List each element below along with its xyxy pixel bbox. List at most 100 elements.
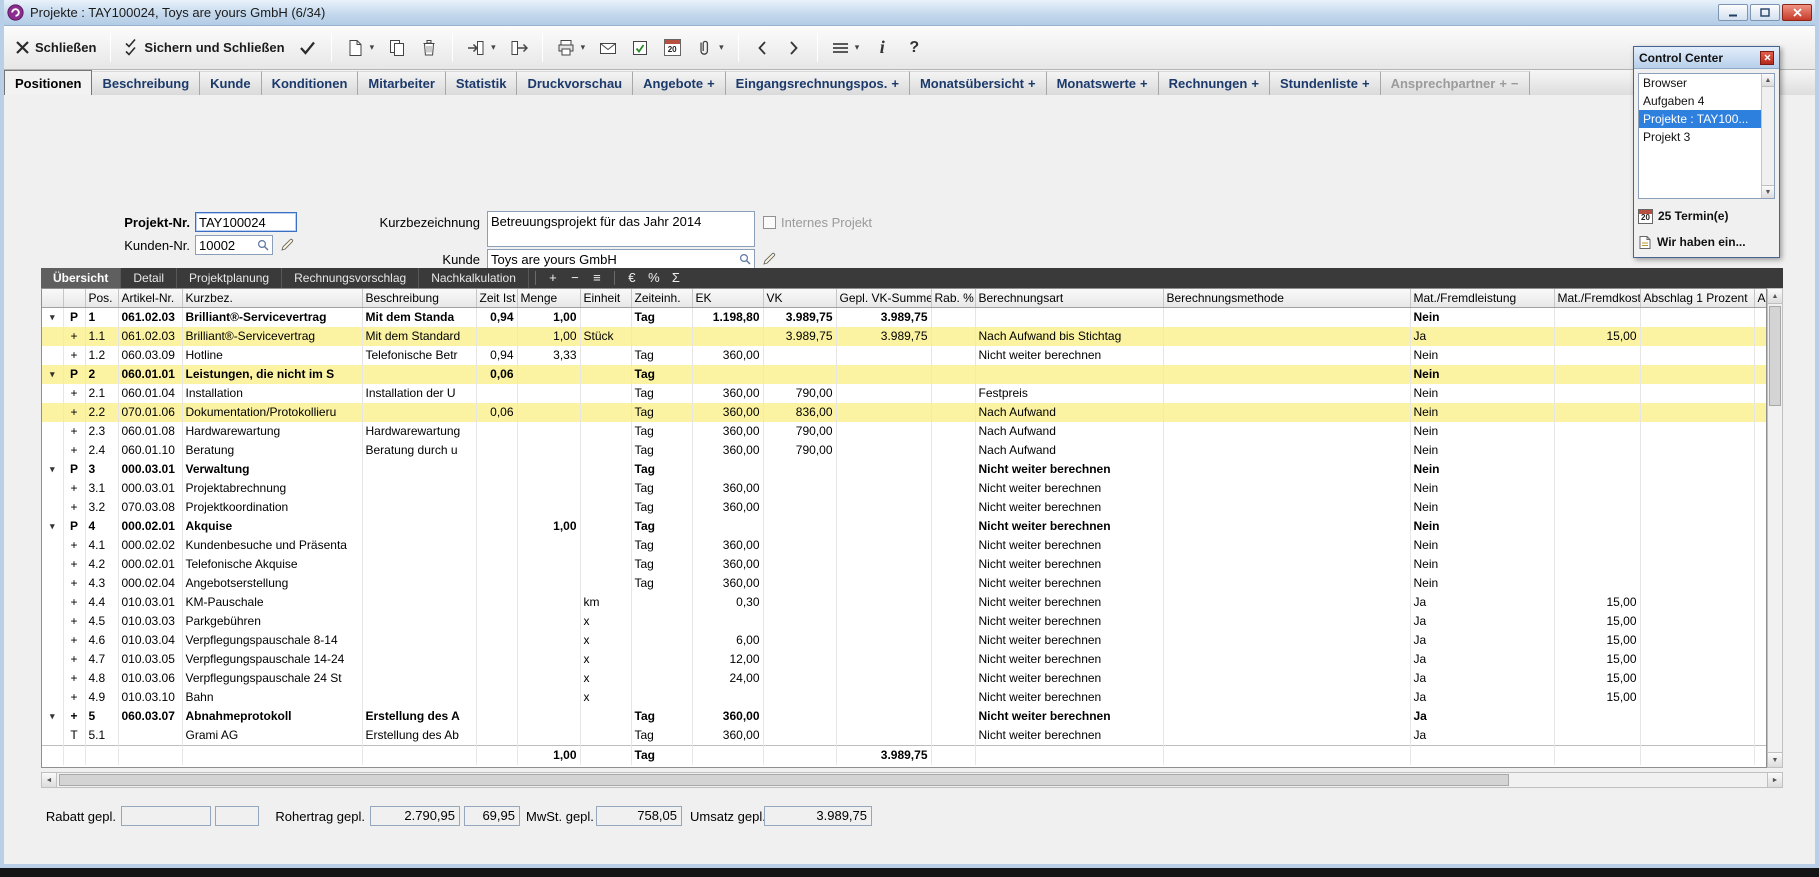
column-header-zeiteinh[interactable]: Zeiteinh. — [631, 289, 692, 307]
scroll-up-icon[interactable]: ▲ — [1768, 289, 1782, 304]
subtab-projektplanung[interactable]: Projektplanung — [177, 268, 282, 288]
vertical-scrollbar[interactable]: ▲ ▼ — [1767, 288, 1783, 768]
add-position-icon[interactable]: + — [542, 268, 564, 288]
confirm-button[interactable] — [294, 32, 322, 64]
column-header-vk[interactable]: VK — [763, 289, 836, 307]
grid-row-4.6[interactable]: +4.6010.03.04Verpflegungspauschale 8-14x… — [42, 631, 1767, 650]
control-center-item-projekt-3[interactable]: Projekt 3 — [1639, 128, 1774, 146]
tab-rechnungen[interactable]: Rechnungen+ — [1159, 71, 1270, 95]
control-center-scrollbar[interactable]: ▲ ▼ — [1761, 74, 1774, 198]
import-button[interactable]: ▾ — [462, 32, 501, 64]
calendar-button[interactable]: 20 — [658, 32, 686, 64]
subtab-rechnungsvorschlag[interactable]: Rechnungsvorschlag — [282, 268, 419, 288]
tab-monatswerte[interactable]: Monatswerte+ — [1047, 71, 1159, 95]
grid-row-2.4[interactable]: +2.4060.01.10BeratungBeratung durch uTag… — [42, 441, 1767, 460]
tab-ansprechpartner[interactable]: Ansprechpartner+− — [1381, 71, 1530, 95]
column-header-gepl-vk-summe[interactable]: Gepl. VK-Summe — [836, 289, 931, 307]
print-button[interactable]: ▾ — [552, 32, 591, 64]
column-header-a[interactable]: A — [1754, 289, 1767, 307]
info-button[interactable]: i — [868, 32, 896, 64]
export-button[interactable] — [505, 32, 533, 64]
edit-kunde-record-button[interactable] — [759, 249, 778, 269]
control-center-item-aufgaben-4[interactable]: Aufgaben 4 — [1639, 92, 1774, 110]
tab-druckvorschau[interactable]: Druckvorschau — [517, 71, 633, 95]
help-button[interactable]: ? — [900, 32, 928, 64]
column-header-mat-fremdleistung[interactable]: Mat./Fremdleistung — [1410, 289, 1554, 307]
column-header-mat-fremdkosten[interactable]: Mat./Fremdkosten — [1554, 289, 1640, 307]
column-header-0[interactable] — [42, 289, 63, 307]
expand-icon[interactable]: ▾ — [42, 365, 63, 384]
tab-add-icon[interactable]: + — [891, 76, 899, 91]
control-center-item-projekte-tay100[interactable]: Projekte : TAY100... — [1639, 110, 1774, 128]
rohertrag-value-field[interactable]: 2.790,95 — [370, 806, 460, 826]
horizontal-scroll-thumb[interactable] — [59, 774, 1509, 786]
column-header-beschreibung[interactable]: Beschreibung — [362, 289, 476, 307]
grid-row-4[interactable]: ▾P4000.02.01Akquise1,00TagNicht weiter b… — [42, 517, 1767, 536]
minimize-button[interactable] — [1718, 4, 1748, 21]
tab-beschreibung[interactable]: Beschreibung — [92, 71, 200, 95]
grid-row-4.7[interactable]: +4.7010.03.05Verpflegungspauschale 14-24… — [42, 650, 1767, 669]
control-center-titlebar[interactable]: Control Center — [1634, 47, 1779, 69]
column-header-abschlag-1-prozent[interactable]: Abschlag 1 Prozent — [1640, 289, 1754, 307]
internes-projekt-checkbox[interactable] — [763, 216, 776, 229]
grid-row-2.2[interactable]: +2.2070.01.06Dokumentation/Protokollieru… — [42, 403, 1767, 422]
kunden-nr-field[interactable] — [195, 235, 273, 255]
edit-kunde-button[interactable] — [277, 235, 296, 255]
grid-row-1.2[interactable]: +1.2060.03.09HotlineTelefonische Betr0,9… — [42, 346, 1767, 365]
column-header-pos[interactable]: Pos. — [85, 289, 118, 307]
grid-row-3.2[interactable]: +3.2070.03.08ProjektkoordinationTag360,0… — [42, 498, 1767, 517]
grid-row-4.9[interactable]: +4.9010.03.10BahnxNicht weiter berechnen… — [42, 688, 1767, 707]
expand-icon[interactable]: ▾ — [42, 460, 63, 479]
tab-add-icon[interactable]: + — [1140, 76, 1148, 91]
grid-row-5[interactable]: ▾+5060.03.07AbnahmeprotokollErstellung d… — [42, 707, 1767, 726]
sum-icon[interactable]: Σ — [665, 268, 687, 288]
scroll-down-icon[interactable]: ▼ — [1762, 185, 1774, 198]
delete-record-button[interactable] — [415, 32, 443, 64]
close-window-button[interactable] — [1782, 4, 1812, 21]
tab-mitarbeiter[interactable]: Mitarbeiter — [358, 71, 445, 95]
scroll-left-icon[interactable]: ◄ — [42, 773, 57, 787]
grid-row-2.3[interactable]: +2.3060.01.08HardwarewartungHardwarewart… — [42, 422, 1767, 441]
expand-icon[interactable]: ▾ — [42, 307, 63, 327]
grid-row-4.2[interactable]: +4.2000.02.01Telefonische AkquiseTag360,… — [42, 555, 1767, 574]
column-header-berechnungsart[interactable]: Berechnungsart — [975, 289, 1163, 307]
kunde-input[interactable] — [488, 252, 738, 267]
expand-icon[interactable]: ▾ — [42, 517, 63, 536]
column-header-1[interactable] — [63, 289, 85, 307]
grid-row-2[interactable]: ▾P2060.01.01Leistungen, die nicht im S0,… — [42, 365, 1767, 384]
tab-add-icon[interactable]: + — [707, 76, 715, 91]
column-header-zeit-ist[interactable]: Zeit Ist — [476, 289, 517, 307]
grid-row-3.1[interactable]: +3.1000.03.01ProjektabrechnungTag360,00N… — [42, 479, 1767, 498]
kunden-nr-input[interactable] — [196, 238, 256, 253]
save-and-close-button[interactable]: Sichern und Schließen — [120, 32, 289, 64]
grid-row-4.1[interactable]: +4.1000.02.02Kundenbesuche und PräsentaT… — [42, 536, 1767, 555]
rabatt-percent-field[interactable] — [215, 806, 259, 826]
column-header-einheit[interactable]: Einheit — [580, 289, 631, 307]
percent-icon[interactable]: % — [643, 268, 665, 288]
tab-monatsübersicht[interactable]: Monatsübersicht+ — [910, 71, 1047, 95]
search-icon[interactable] — [256, 239, 270, 251]
kurzbezeichnung-field[interactable]: Betreuungsprojekt für das Jahr 2014 — [487, 211, 755, 247]
previous-record-button[interactable] — [748, 32, 776, 64]
scroll-up-icon[interactable]: ▲ — [1762, 74, 1774, 87]
scroll-down-icon[interactable]: ▼ — [1768, 752, 1782, 767]
subtab-nachkalkulation[interactable]: Nachkalkulation — [419, 268, 529, 288]
tab-kunde[interactable]: Kunde — [200, 71, 261, 95]
tab-add-icon[interactable]: + — [1028, 76, 1036, 91]
titlebar[interactable]: Projekte : TAY100024, Toys are yours Gmb… — [0, 0, 1819, 26]
remove-position-icon[interactable]: − — [564, 268, 586, 288]
rohertrag-percent-field[interactable]: 69,95 — [464, 806, 520, 826]
tab-konditionen[interactable]: Konditionen — [262, 71, 359, 95]
tab-stundenliste[interactable]: Stundenliste+ — [1270, 71, 1381, 95]
rabatt-value-field[interactable] — [121, 806, 211, 826]
projekt-nr-field[interactable] — [195, 212, 297, 232]
column-header-rab[interactable]: Rab. % — [931, 289, 975, 307]
grid-row-1.1[interactable]: +1.1061.02.03Brilliant®-ServicevertragMi… — [42, 327, 1767, 346]
control-center-close-button[interactable] — [1760, 51, 1774, 65]
grid-row-4.5[interactable]: +4.5010.03.03ParkgebührenxNicht weiter b… — [42, 612, 1767, 631]
grid-row-4.8[interactable]: +4.8010.03.06Verpflegungspauschale 24 St… — [42, 669, 1767, 688]
umsatz-value-field[interactable]: 3.989,75 — [764, 806, 872, 826]
column-header-berechnungsmethode[interactable]: Berechnungsmethode — [1163, 289, 1410, 307]
copy-record-button[interactable] — [383, 32, 411, 64]
maximize-button[interactable] — [1750, 4, 1780, 21]
